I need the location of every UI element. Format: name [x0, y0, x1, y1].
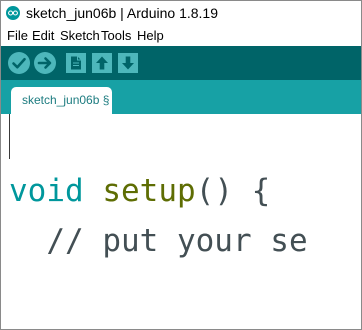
menu-sketch[interactable]: Sketch: [60, 28, 100, 43]
arduino-logo-icon: [6, 6, 20, 20]
verify-button[interactable]: [8, 52, 30, 74]
code-line-1: void setup() {: [9, 171, 270, 211]
arduino-ide-window: sketch_jun06b | Arduino 1.8.19 File Edit…: [0, 0, 362, 330]
code-punctuation: () {: [195, 173, 271, 209]
menu-edit[interactable]: Edit: [32, 28, 54, 43]
code-editor[interactable]: void setup() { // put your se: [1, 114, 361, 329]
menu-help[interactable]: Help: [137, 28, 164, 43]
tab-label: sketch_jun06b §: [22, 93, 110, 107]
keyword-void: void: [9, 173, 84, 209]
menu-tools[interactable]: Tools: [101, 28, 131, 43]
code-line-2: // put your se: [9, 221, 308, 261]
title-bar: sketch_jun06b | Arduino 1.8.19: [1, 1, 361, 25]
open-button[interactable]: [92, 53, 112, 73]
toolbar: [1, 46, 361, 80]
window-title: sketch_jun06b | Arduino 1.8.19: [26, 5, 219, 21]
code-comment: // put your se: [9, 223, 308, 259]
save-button[interactable]: [118, 53, 138, 73]
text-caret: [9, 114, 10, 159]
tab-bar: sketch_jun06b §: [1, 80, 361, 114]
function-name: setup: [102, 173, 196, 209]
menu-file[interactable]: File: [7, 28, 28, 43]
tab-sketch[interactable]: sketch_jun06b §: [11, 87, 112, 114]
menu-bar: File Edit Sketch Tools Help: [1, 25, 361, 46]
upload-button[interactable]: [34, 52, 56, 74]
new-sketch-button[interactable]: [66, 53, 86, 73]
